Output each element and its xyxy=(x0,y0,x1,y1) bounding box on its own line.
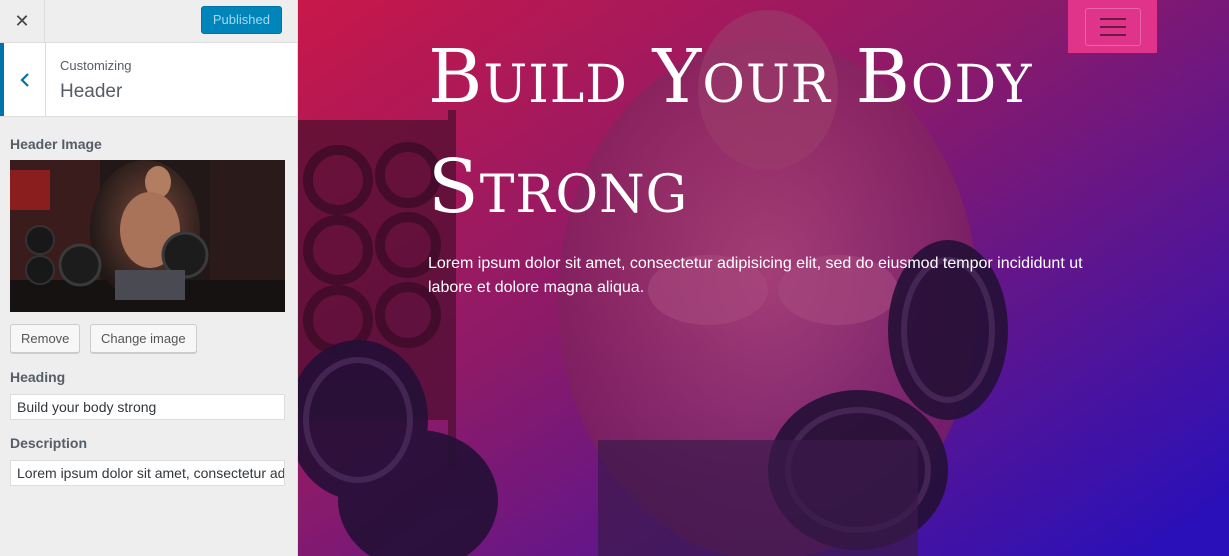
heading-label: Heading xyxy=(10,369,66,385)
site-preview: Build your body strong Lorem ipsum dolor… xyxy=(298,0,1229,556)
remove-image-button[interactable]: Remove xyxy=(10,324,81,353)
description-label: Description xyxy=(10,435,88,451)
hero-description: Lorem ipsum dolor sit amet, consectetur … xyxy=(428,255,1083,296)
header-image-thumbnail[interactable] xyxy=(10,160,285,312)
customizer-sidebar: ✕ Published Customizing Header Header Im… xyxy=(0,0,298,556)
description-input[interactable]: Lorem ipsum dolor sit amet, consectetur … xyxy=(10,460,285,486)
chevron-left-icon[interactable] xyxy=(0,43,46,116)
section-header: Customizing Header xyxy=(0,43,297,117)
breadcrumb: Customizing xyxy=(60,58,132,73)
change-image-button[interactable]: Change image xyxy=(90,324,197,353)
section-title: Header xyxy=(60,81,123,102)
publish-button[interactable]: Published xyxy=(200,6,282,34)
customizer-topbar: ✕ Published xyxy=(0,0,297,43)
heading-input[interactable]: Build your body strong xyxy=(10,394,285,420)
header-image-label: Header Image xyxy=(10,136,102,152)
close-icon[interactable]: ✕ xyxy=(0,0,45,43)
hero-heading: Build your body strong xyxy=(428,34,1033,230)
